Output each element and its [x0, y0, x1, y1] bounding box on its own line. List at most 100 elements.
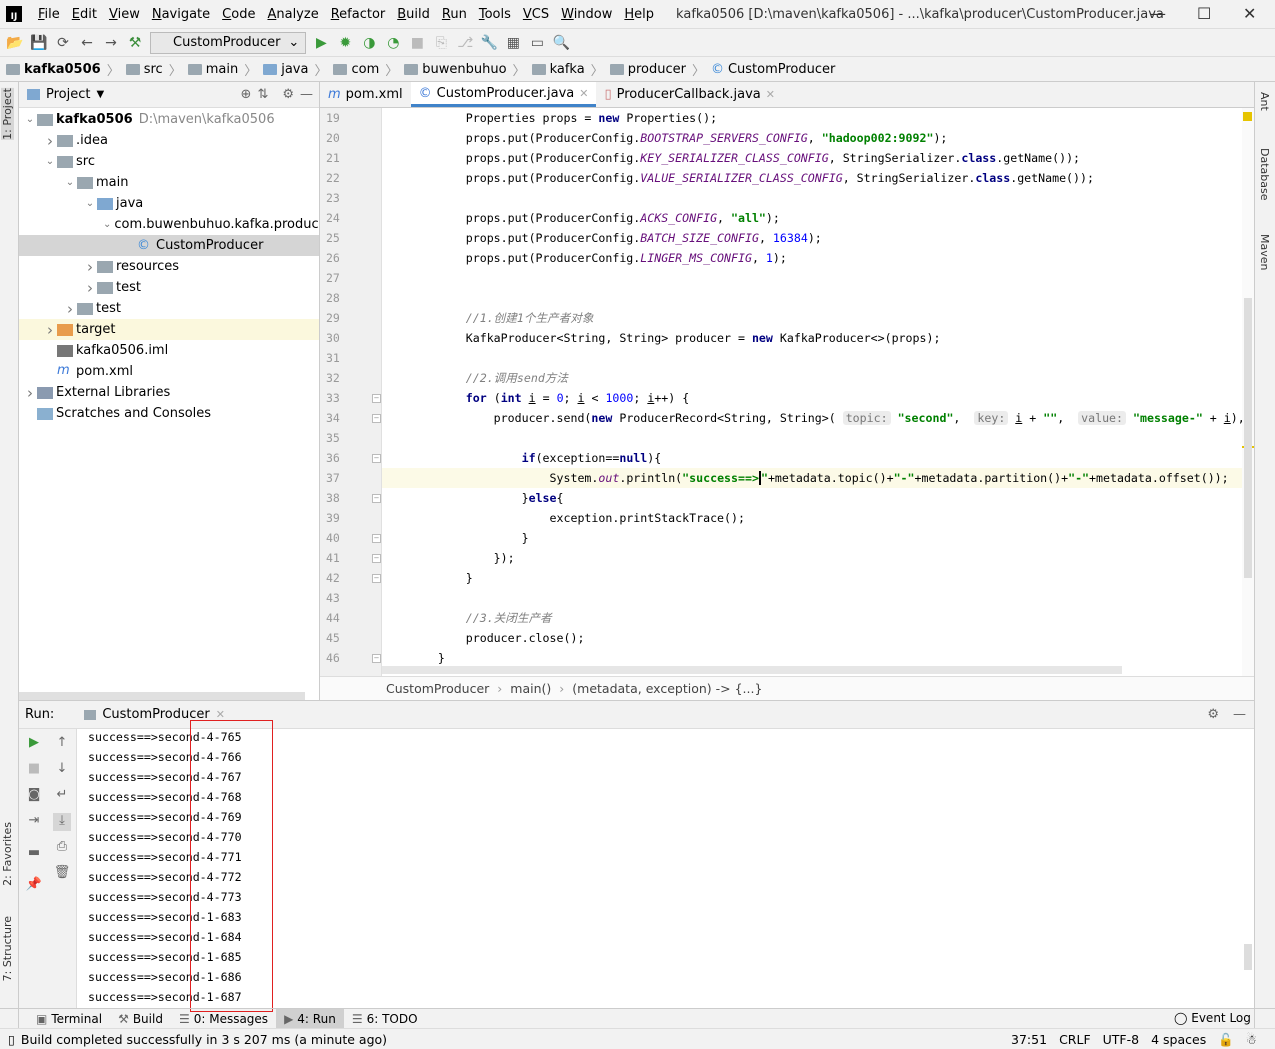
- tab-pom-xml[interactable]: m pom.xml: [320, 82, 411, 107]
- project-structure-icon[interactable]: ▦: [504, 34, 522, 52]
- back-icon[interactable]: ←: [78, 34, 96, 52]
- breadcrumb-item[interactable]: producer: [609, 62, 686, 77]
- menu-run[interactable]: Run: [436, 7, 473, 22]
- fold-icon[interactable]: −: [372, 454, 381, 463]
- code-line[interactable]: [382, 188, 1242, 208]
- breadcrumb-item[interactable]: kafka0506: [6, 62, 101, 77]
- menu-build[interactable]: Build: [391, 7, 436, 22]
- close-icon[interactable]: ✕: [579, 87, 588, 100]
- menu-refactor[interactable]: Refactor: [325, 7, 392, 22]
- breadcrumb-item[interactable]: © CustomProducer: [711, 62, 835, 77]
- project-view-select[interactable]: Project: [46, 87, 90, 102]
- build-icon[interactable]: ⚒: [126, 34, 144, 52]
- status-icon[interactable]: ▯: [8, 1032, 15, 1047]
- fold-icon[interactable]: −: [372, 574, 381, 583]
- code-line[interactable]: exception.printStackTrace();: [382, 508, 1242, 528]
- fold-icon[interactable]: −: [372, 554, 381, 563]
- tool-tab-6-todo[interactable]: ☰ 6: TODO: [344, 1009, 426, 1029]
- menu-code[interactable]: Code: [216, 7, 261, 22]
- chevron-down-icon[interactable]: ⌄: [43, 156, 57, 167]
- layout-icon[interactable]: ▬: [25, 845, 43, 863]
- tree-item[interactable]: kafka0506.iml: [19, 340, 319, 361]
- down-icon[interactable]: ↓: [53, 761, 71, 779]
- code-line[interactable]: });: [382, 548, 1242, 568]
- horizontal-scrollbar[interactable]: [382, 666, 1122, 674]
- hide-icon[interactable]: —: [300, 87, 313, 102]
- fold-icon[interactable]: −: [372, 494, 381, 503]
- chevron-down-icon[interactable]: ⌄: [23, 114, 37, 125]
- code-line[interactable]: props.put(ProducerConfig.VALUE_SERIALIZE…: [382, 168, 1242, 188]
- menu-analyze[interactable]: Analyze: [261, 7, 324, 22]
- tree-item[interactable]: › target: [19, 319, 319, 340]
- breadcrumb-item[interactable]: kafka: [531, 62, 585, 77]
- fold-icon[interactable]: −: [372, 534, 381, 543]
- tab-producercallback-java[interactable]: ▯ ProducerCallback.java ✕: [596, 82, 783, 107]
- forward-icon[interactable]: →: [102, 34, 120, 52]
- chevron-down-icon[interactable]: ⌄: [83, 198, 97, 209]
- pin-icon[interactable]: 📌: [25, 877, 43, 895]
- code-line[interactable]: }: [382, 528, 1242, 548]
- code-line[interactable]: for (int i = 0; i < 1000; i++) {: [382, 388, 1242, 408]
- editor-breadcrumb-item[interactable]: main(): [510, 681, 551, 696]
- close-icon[interactable]: ✕: [766, 88, 775, 101]
- close-button[interactable]: ✕: [1243, 4, 1256, 23]
- menu-navigate[interactable]: Navigate: [146, 7, 216, 22]
- breadcrumb-item[interactable]: com: [333, 62, 379, 77]
- code-line[interactable]: props.put(ProducerConfig.BATCH_SIZE_CONF…: [382, 228, 1242, 248]
- editor-breadcrumb-item[interactable]: (metadata, exception) -> {...}: [572, 681, 762, 696]
- fold-icon[interactable]: −: [372, 414, 381, 423]
- code-line[interactable]: [382, 268, 1242, 288]
- editor-breadcrumb-item[interactable]: CustomProducer: [386, 681, 489, 696]
- code-line[interactable]: props.put(ProducerConfig.ACKS_CONFIG, "a…: [382, 208, 1242, 228]
- attach-icon[interactable]: ⎘: [432, 34, 450, 52]
- sync-icon[interactable]: ⟳: [54, 34, 72, 52]
- code-line[interactable]: [382, 348, 1242, 368]
- run-config-select[interactable]: CustomProducer ⌄: [150, 31, 307, 54]
- profile-icon[interactable]: ◔: [384, 34, 402, 52]
- soft-wrap-icon[interactable]: ↵: [53, 787, 71, 805]
- breadcrumb-item[interactable]: main: [187, 62, 238, 77]
- exit-icon[interactable]: ⇥: [25, 813, 43, 831]
- code-line[interactable]: }: [382, 648, 1242, 668]
- code-line[interactable]: KafkaProducer<String, String> producer =…: [382, 328, 1242, 348]
- editor-scrollbar[interactable]: [1242, 108, 1254, 676]
- vcs-icon[interactable]: ⎇: [456, 34, 474, 52]
- tab-ant[interactable]: Ant: [1258, 92, 1271, 111]
- debug-icon[interactable]: ✹: [336, 34, 354, 52]
- console-scrollbar[interactable]: [1244, 944, 1252, 970]
- indent-setting[interactable]: 4 spaces: [1151, 1032, 1206, 1048]
- code-line[interactable]: //2.调用send方法: [382, 368, 1242, 388]
- up-icon[interactable]: ↑: [53, 735, 71, 753]
- tree-item[interactable]: ⌄ main: [19, 172, 319, 193]
- chevron-right-icon[interactable]: ›: [83, 279, 97, 297]
- collapse-icon[interactable]: ⇅: [257, 87, 268, 102]
- tab-customproducer-java[interactable]: © CustomProducer.java ✕: [410, 82, 597, 107]
- tool-tab-0-messages[interactable]: ☰ 0: Messages: [171, 1009, 276, 1029]
- tab-database[interactable]: Database: [1258, 148, 1271, 201]
- breadcrumb-item[interactable]: src: [125, 62, 163, 77]
- code-line[interactable]: producer.send(new ProducerRecord<String,…: [382, 408, 1242, 428]
- gear-icon[interactable]: ⚙: [1207, 707, 1219, 722]
- tree-item[interactable]: Scratches and Consoles: [19, 403, 319, 424]
- chevron-down-icon[interactable]: ⌄: [103, 219, 111, 230]
- tab-structure[interactable]: 7: Structure: [1, 916, 14, 981]
- hide-icon[interactable]: —: [1233, 707, 1246, 722]
- menu-vcs[interactable]: VCS: [517, 7, 555, 22]
- warning-marker[interactable]: [1243, 112, 1252, 121]
- tab-maven[interactable]: Maven: [1258, 234, 1271, 270]
- chevron-down-icon[interactable]: ⌄: [63, 177, 77, 188]
- tree-item[interactable]: › resources: [19, 256, 319, 277]
- code-line[interactable]: [382, 428, 1242, 448]
- tab-favorites[interactable]: 2: Favorites: [1, 822, 14, 886]
- code-line[interactable]: }: [382, 568, 1242, 588]
- stop-icon[interactable]: ■: [408, 34, 426, 52]
- tree-item[interactable]: ⌄ kafka0506 D:\maven\kafka0506: [19, 109, 319, 130]
- code-line[interactable]: if(exception==null){: [382, 448, 1242, 468]
- breadcrumb-item[interactable]: buwenbuhuo: [404, 62, 507, 77]
- menu-window[interactable]: Window: [555, 7, 618, 22]
- save-icon[interactable]: 💾: [30, 34, 48, 52]
- code-line[interactable]: Properties props = new Properties();: [382, 108, 1242, 128]
- chevron-down-icon[interactable]: ▼: [96, 89, 104, 100]
- code-line[interactable]: props.put(ProducerConfig.KEY_SERIALIZER_…: [382, 148, 1242, 168]
- tree-item[interactable]: ⌄ src: [19, 151, 319, 172]
